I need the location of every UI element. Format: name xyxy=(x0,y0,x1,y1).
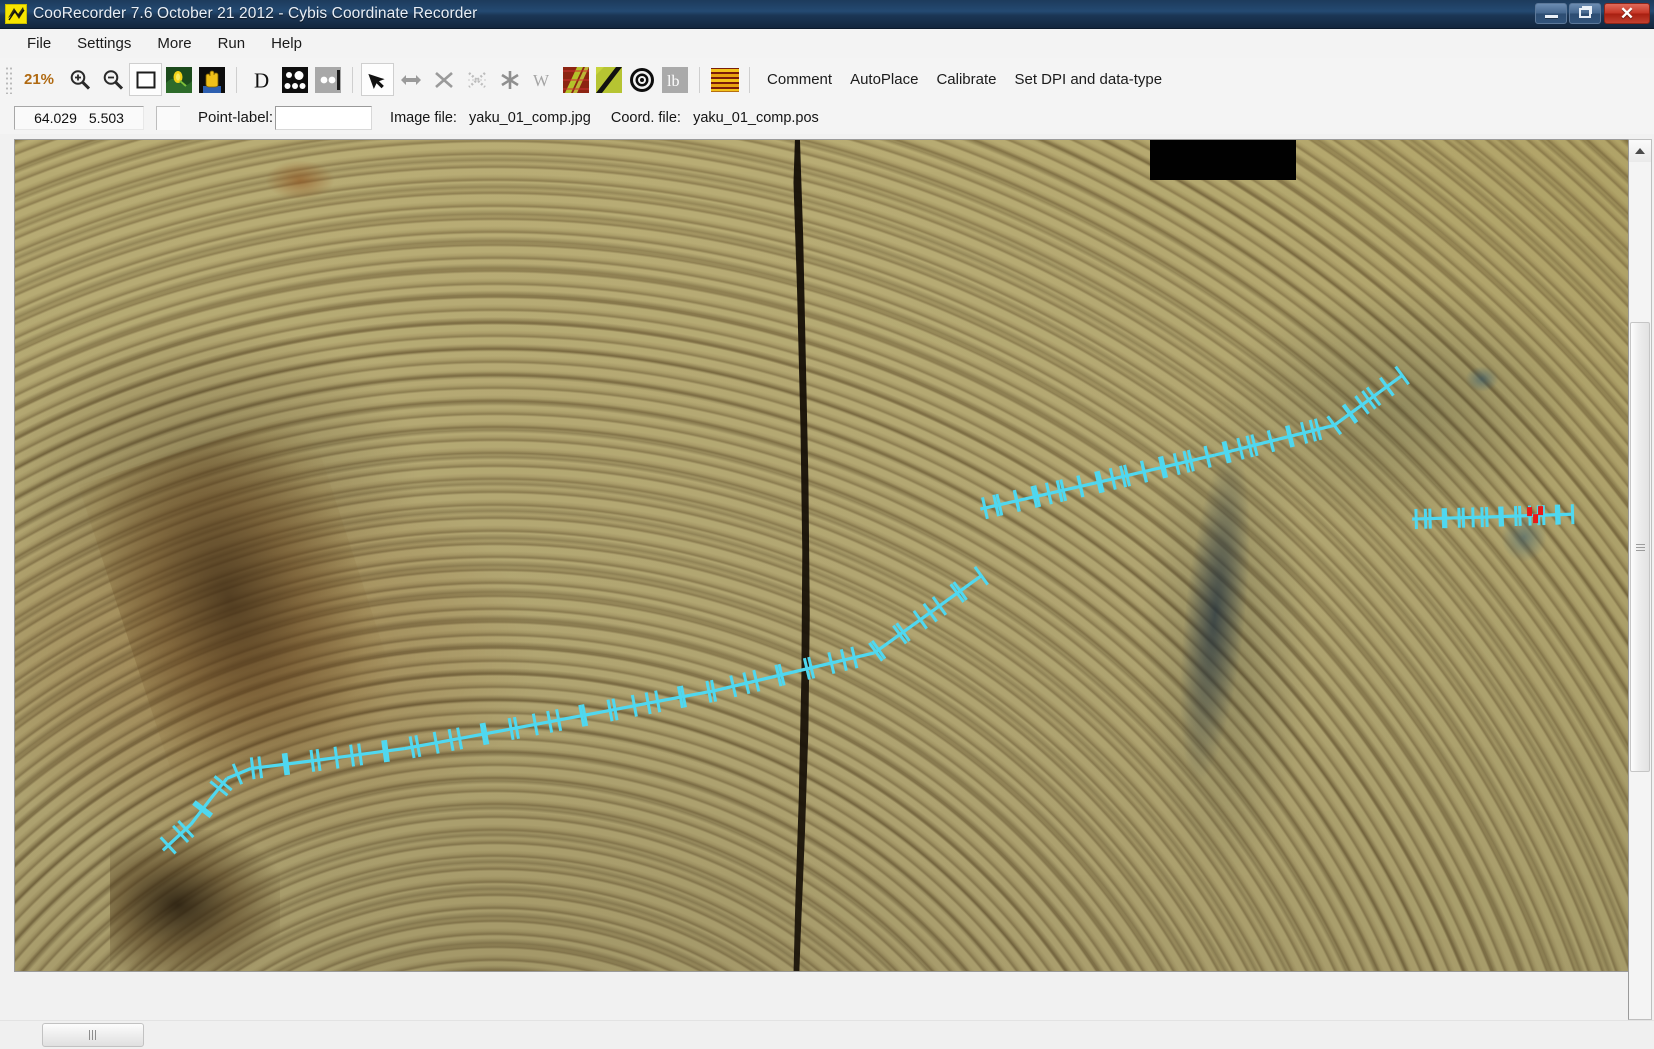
menu-item-run[interactable]: Run xyxy=(205,32,259,55)
lb-badge-button[interactable]: lb xyxy=(658,63,691,96)
horizontal-scroll-thumb[interactable] xyxy=(42,1023,144,1047)
menu-item-file[interactable]: File xyxy=(14,32,64,55)
restore-button[interactable] xyxy=(1569,2,1601,24)
close-button[interactable]: ✕ xyxy=(1604,2,1650,24)
horizontal-arrows-icon xyxy=(400,74,421,85)
coordinate-x: 64.029 xyxy=(34,109,77,126)
scroll-up-button[interactable] xyxy=(1629,140,1651,162)
letter-w-icon: W xyxy=(533,71,550,90)
coordinate-y: 5.503 xyxy=(88,109,124,126)
window-title: CooRecorder 7.6 October 21 2012 - Cybis … xyxy=(33,5,478,22)
path-far-right xyxy=(1412,504,1575,529)
zoom-out-icon xyxy=(103,69,123,90)
minimize-icon xyxy=(1544,14,1558,18)
lb-badge-icon: lb xyxy=(661,66,688,93)
scroll-thumb-grip-h-icon xyxy=(89,1030,97,1040)
toolbar-separator-3 xyxy=(699,66,701,93)
scroll-thumb-grip-icon xyxy=(1635,543,1645,551)
target-button[interactable] xyxy=(625,63,658,96)
two-dots-bar-icon xyxy=(314,66,341,93)
dashed-x-icon xyxy=(467,71,486,88)
fit-rectangle-button[interactable] xyxy=(129,63,163,96)
green-slash-icon xyxy=(595,66,622,93)
image-file-caption: Image file: xyxy=(390,109,457,126)
restore-icon xyxy=(1579,6,1592,18)
toolbar-separator-4 xyxy=(749,66,751,93)
distance-button[interactable]: D xyxy=(245,63,278,96)
scroll-up-icon xyxy=(1635,148,1645,154)
coord-file-name: yaku_01_comp.pos xyxy=(693,109,819,126)
bullseye-target-icon xyxy=(629,67,654,92)
vertical-scroll-track[interactable] xyxy=(1629,162,1651,1019)
stripes-image-icon xyxy=(710,67,739,92)
asterisk-button[interactable] xyxy=(493,63,526,96)
close-icon: ✕ xyxy=(1619,3,1635,23)
status-row: 64.029 5.503 Point-label: Image file: ya… xyxy=(0,101,1654,134)
coord-file-caption: Coord. file: xyxy=(610,109,681,126)
show-image-button[interactable] xyxy=(162,63,195,96)
status-spacer-box xyxy=(156,105,180,130)
path-lower-left xyxy=(159,565,989,855)
zoom-in-button[interactable] xyxy=(63,63,96,96)
canvas-outer xyxy=(14,139,1654,1020)
stripes-image-button[interactable] xyxy=(708,63,741,96)
file-info: Image file: yaku_01_comp.jpg Coord. file… xyxy=(390,110,819,126)
point-label-caption: Point-label: xyxy=(198,109,274,126)
horizontal-scrollbar[interactable] xyxy=(0,1020,1654,1049)
horizontal-tool-button[interactable] xyxy=(394,63,427,96)
svg-text:lb: lb xyxy=(667,73,679,90)
hand-pan-icon xyxy=(198,66,225,93)
texture-button[interactable] xyxy=(559,63,592,96)
slash-button[interactable] xyxy=(592,63,625,96)
letter-w-button[interactable]: W xyxy=(526,63,559,96)
minimize-button[interactable] xyxy=(1535,2,1567,24)
title-bar: CooRecorder 7.6 October 21 2012 - Cybis … xyxy=(0,0,1654,29)
toolbar-separator-2 xyxy=(352,66,354,93)
menu-item-help[interactable]: Help xyxy=(258,32,315,55)
x-cross-icon xyxy=(434,71,453,88)
scroll-left-button[interactable] xyxy=(14,1024,36,1046)
coorecorder-window: CooRecorder 7.6 October 21 2012 - Cybis … xyxy=(0,0,1654,1049)
flower-image-icon xyxy=(165,66,192,93)
delete-point-button[interactable] xyxy=(427,63,460,96)
zoom-out-button[interactable] xyxy=(96,63,129,96)
points-dots-icon xyxy=(281,66,308,93)
vertical-scroll-thumb[interactable] xyxy=(1630,322,1650,772)
image-file-name: yaku_01_comp.jpg xyxy=(469,109,591,126)
comment-button[interactable]: Comment xyxy=(758,71,841,88)
zoom-level-label: 21% xyxy=(24,71,55,88)
asterisk-icon xyxy=(500,70,519,89)
dashed-cross-button[interactable] xyxy=(460,63,493,96)
arrow-select-icon xyxy=(367,73,385,89)
set-dpi-button[interactable]: Set DPI and data-type xyxy=(1005,71,1171,88)
pan-button[interactable] xyxy=(195,63,228,96)
image-canvas[interactable] xyxy=(14,139,1628,972)
point-label-input[interactable] xyxy=(275,105,373,130)
cybis-logo-icon xyxy=(5,4,27,24)
fit-rectangle-icon xyxy=(136,71,156,88)
svg-text:W: W xyxy=(533,71,550,90)
red-texture-icon xyxy=(562,66,589,93)
toolbar-grip[interactable] xyxy=(5,65,12,94)
coordinate-readout: 64.029 5.503 xyxy=(14,105,144,130)
menu-item-settings[interactable]: Settings xyxy=(64,32,144,55)
zoom-in-icon xyxy=(70,69,90,90)
toolbar: 21% D W lb Comment AutoPlace Calibrate S… xyxy=(0,58,1654,101)
select-tool-button[interactable] xyxy=(361,63,395,96)
window-controls: ✕ xyxy=(1533,1,1650,25)
svg-text:D: D xyxy=(254,68,269,92)
point-label-group: Point-label: xyxy=(198,105,373,130)
menu-bar: File Settings More Run Help xyxy=(0,29,1654,58)
menu-item-more[interactable]: More xyxy=(144,32,204,55)
vertical-scrollbar[interactable] xyxy=(1628,139,1652,1020)
measurement-overlay[interactable] xyxy=(15,140,1628,971)
points-button[interactable] xyxy=(278,63,311,96)
toolbar-separator xyxy=(236,66,238,93)
calibrate-button[interactable]: Calibrate xyxy=(927,71,1005,88)
autoplace-button[interactable]: AutoPlace xyxy=(841,71,927,88)
canvas-area xyxy=(0,134,1654,1020)
path-upper-right xyxy=(980,365,1410,520)
distance-d-icon: D xyxy=(254,68,269,92)
pair-button[interactable] xyxy=(311,63,344,96)
